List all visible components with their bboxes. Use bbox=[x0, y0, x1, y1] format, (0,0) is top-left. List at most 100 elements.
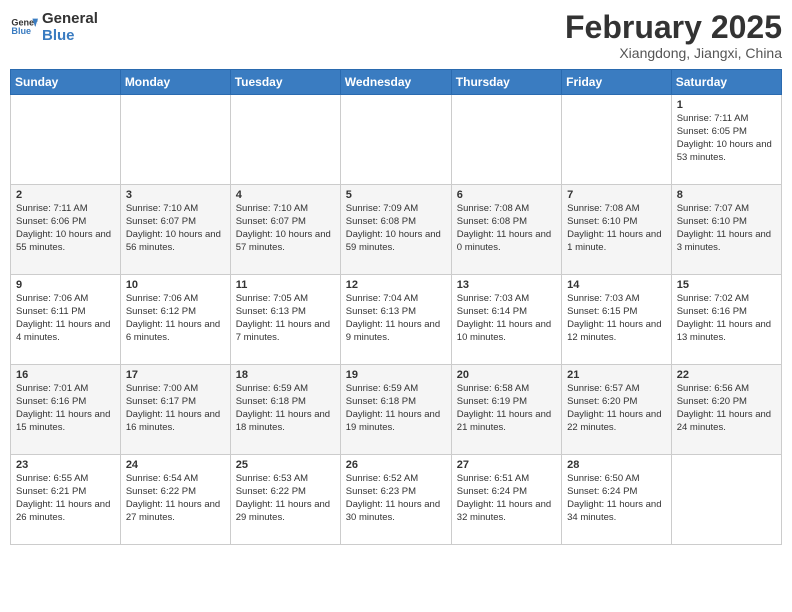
logo-icon: General Blue bbox=[10, 13, 38, 41]
day-info: Sunrise: 7:08 AM Sunset: 6:08 PM Dayligh… bbox=[457, 203, 556, 254]
calendar-cell: 27 Sunrise: 6:51 AM Sunset: 6:24 PM Dayli… bbox=[451, 455, 561, 545]
calendar-cell: 11 Sunrise: 7:05 AM Sunset: 6:13 PM Dayli… bbox=[230, 275, 340, 365]
calendar-cell: 18 Sunrise: 6:59 AM Sunset: 6:18 PM Dayli… bbox=[230, 365, 340, 455]
calendar-cell: 25 Sunrise: 6:53 AM Sunset: 6:22 PM Dayli… bbox=[230, 455, 340, 545]
day-info: Sunrise: 6:52 AM Sunset: 6:23 PM Dayligh… bbox=[346, 473, 446, 524]
calendar-cell: 17 Sunrise: 7:00 AM Sunset: 6:17 PM Dayli… bbox=[120, 365, 230, 455]
day-info: Sunrise: 6:50 AM Sunset: 6:24 PM Dayligh… bbox=[567, 473, 666, 524]
title-block: February 2025 Xiangdong, Jiangxi, China bbox=[565, 10, 782, 61]
weekday-header-sunday: Sunday bbox=[11, 70, 121, 95]
weekday-header-wednesday: Wednesday bbox=[340, 70, 451, 95]
location: Xiangdong, Jiangxi, China bbox=[565, 45, 782, 61]
weekday-header-friday: Friday bbox=[562, 70, 672, 95]
day-number: 16 bbox=[16, 369, 115, 381]
svg-text:Blue: Blue bbox=[11, 26, 31, 36]
day-number: 23 bbox=[16, 459, 115, 471]
calendar-cell: 28 Sunrise: 6:50 AM Sunset: 6:24 PM Dayli… bbox=[562, 455, 672, 545]
logo-line2: Blue bbox=[42, 27, 98, 44]
calendar-cell: 22 Sunrise: 6:56 AM Sunset: 6:20 PM Dayli… bbox=[671, 365, 781, 455]
day-number: 22 bbox=[677, 369, 776, 381]
day-number: 6 bbox=[457, 189, 556, 201]
calendar-cell: 13 Sunrise: 7:03 AM Sunset: 6:14 PM Dayli… bbox=[451, 275, 561, 365]
day-info: Sunrise: 7:06 AM Sunset: 6:11 PM Dayligh… bbox=[16, 293, 115, 344]
day-number: 15 bbox=[677, 279, 776, 291]
day-number: 7 bbox=[567, 189, 666, 201]
weekday-header-monday: Monday bbox=[120, 70, 230, 95]
day-number: 18 bbox=[236, 369, 335, 381]
day-info: Sunrise: 6:56 AM Sunset: 6:20 PM Dayligh… bbox=[677, 383, 776, 434]
day-number: 20 bbox=[457, 369, 556, 381]
calendar-cell bbox=[451, 95, 561, 185]
calendar-cell: 21 Sunrise: 6:57 AM Sunset: 6:20 PM Dayli… bbox=[562, 365, 672, 455]
weekday-header-thursday: Thursday bbox=[451, 70, 561, 95]
day-info: Sunrise: 7:11 AM Sunset: 6:05 PM Dayligh… bbox=[677, 113, 776, 164]
day-number: 14 bbox=[567, 279, 666, 291]
day-number: 28 bbox=[567, 459, 666, 471]
day-info: Sunrise: 7:04 AM Sunset: 6:13 PM Dayligh… bbox=[346, 293, 446, 344]
calendar-cell: 19Sunrise: 6:59 AM Sunset: 6:18 PM Dayli… bbox=[340, 365, 451, 455]
calendar-cell: 10Sunrise: 7:06 AM Sunset: 6:12 PM Dayli… bbox=[120, 275, 230, 365]
calendar-cell: 1 Sunrise: 7:11 AM Sunset: 6:05 PM Daylig… bbox=[671, 95, 781, 185]
day-info: Sunrise: 7:11 AM Sunset: 6:06 PM Dayligh… bbox=[16, 203, 115, 254]
day-info: Sunrise: 7:02 AM Sunset: 6:16 PM Dayligh… bbox=[677, 293, 776, 344]
day-number: 5 bbox=[346, 189, 446, 201]
calendar-cell: 26 Sunrise: 6:52 AM Sunset: 6:23 PM Dayli… bbox=[340, 455, 451, 545]
day-info: Sunrise: 7:03 AM Sunset: 6:15 PM Dayligh… bbox=[567, 293, 666, 344]
day-info: Sunrise: 7:10 AM Sunset: 6:07 PM Dayligh… bbox=[126, 203, 225, 254]
day-info: Sunrise: 6:51 AM Sunset: 6:24 PM Dayligh… bbox=[457, 473, 556, 524]
calendar-cell: 16 Sunrise: 7:01 AM Sunset: 6:16 PM Dayli… bbox=[11, 365, 121, 455]
month-title: February 2025 bbox=[565, 10, 782, 45]
day-number: 25 bbox=[236, 459, 335, 471]
calendar-cell: 12 Sunrise: 7:04 AM Sunset: 6:13 PM Dayli… bbox=[340, 275, 451, 365]
calendar-cell: 7 Sunrise: 7:08 AM Sunset: 6:10 PM Daylig… bbox=[562, 185, 672, 275]
calendar-cell bbox=[671, 455, 781, 545]
day-info: Sunrise: 7:10 AM Sunset: 6:07 PM Dayligh… bbox=[236, 203, 335, 254]
day-info: Sunrise: 7:01 AM Sunset: 6:16 PM Dayligh… bbox=[16, 383, 115, 434]
day-info: Sunrise: 7:05 AM Sunset: 6:13 PM Dayligh… bbox=[236, 293, 335, 344]
calendar-cell bbox=[340, 95, 451, 185]
weekday-header-tuesday: Tuesday bbox=[230, 70, 340, 95]
day-number: 12 bbox=[346, 279, 446, 291]
day-info: Sunrise: 6:54 AM Sunset: 6:22 PM Dayligh… bbox=[126, 473, 225, 524]
calendar-cell: 9 Sunrise: 7:06 AM Sunset: 6:11 PM Daylig… bbox=[11, 275, 121, 365]
day-number: 21 bbox=[567, 369, 666, 381]
day-number: 9 bbox=[16, 279, 115, 291]
calendar-cell: 6 Sunrise: 7:08 AM Sunset: 6:08 PM Daylig… bbox=[451, 185, 561, 275]
weekday-header-saturday: Saturday bbox=[671, 70, 781, 95]
day-info: Sunrise: 6:59 AM Sunset: 6:18 PM Dayligh… bbox=[346, 383, 446, 434]
calendar-cell: 24 Sunrise: 6:54 AM Sunset: 6:22 PM Dayli… bbox=[120, 455, 230, 545]
day-number: 26 bbox=[346, 459, 446, 471]
day-info: Sunrise: 6:55 AM Sunset: 6:21 PM Dayligh… bbox=[16, 473, 115, 524]
day-number: 4 bbox=[236, 189, 335, 201]
day-info: Sunrise: 7:03 AM Sunset: 6:14 PM Dayligh… bbox=[457, 293, 556, 344]
day-number: 27 bbox=[457, 459, 556, 471]
day-number: 13 bbox=[457, 279, 556, 291]
day-info: Sunrise: 6:53 AM Sunset: 6:22 PM Dayligh… bbox=[236, 473, 335, 524]
calendar-cell: 15 Sunrise: 7:02 AM Sunset: 6:16 PM Dayli… bbox=[671, 275, 781, 365]
calendar-cell: 4 Sunrise: 7:10 AM Sunset: 6:07 PM Daylig… bbox=[230, 185, 340, 275]
calendar-cell bbox=[11, 95, 121, 185]
day-info: Sunrise: 6:58 AM Sunset: 6:19 PM Dayligh… bbox=[457, 383, 556, 434]
day-number: 11 bbox=[236, 279, 335, 291]
day-info: Sunrise: 6:59 AM Sunset: 6:18 PM Dayligh… bbox=[236, 383, 335, 434]
calendar-cell: 8Sunrise: 7:07 AM Sunset: 6:10 PM Daylig… bbox=[671, 185, 781, 275]
logo-line1: General bbox=[42, 10, 98, 27]
day-info: Sunrise: 6:57 AM Sunset: 6:20 PM Dayligh… bbox=[567, 383, 666, 434]
day-number: 2 bbox=[16, 189, 115, 201]
calendar-cell: 2 Sunrise: 7:11 AM Sunset: 6:06 PM Daylig… bbox=[11, 185, 121, 275]
calendar-cell bbox=[562, 95, 672, 185]
day-info: Sunrise: 7:06 AM Sunset: 6:12 PM Dayligh… bbox=[126, 293, 225, 344]
day-info: Sunrise: 7:00 AM Sunset: 6:17 PM Dayligh… bbox=[126, 383, 225, 434]
calendar-cell bbox=[230, 95, 340, 185]
calendar-cell: 20 Sunrise: 6:58 AM Sunset: 6:19 PM Dayli… bbox=[451, 365, 561, 455]
logo: General Blue General Blue bbox=[10, 10, 98, 45]
day-number: 17 bbox=[126, 369, 225, 381]
calendar-cell: 3Sunrise: 7:10 AM Sunset: 6:07 PM Daylig… bbox=[120, 185, 230, 275]
calendar-cell: 23 Sunrise: 6:55 AM Sunset: 6:21 PM Dayli… bbox=[11, 455, 121, 545]
page-header: General Blue General Blue February 2025 … bbox=[10, 10, 782, 61]
calendar-cell: 5 Sunrise: 7:09 AM Sunset: 6:08 PM Daylig… bbox=[340, 185, 451, 275]
day-number: 1 bbox=[677, 99, 776, 111]
day-number: 24 bbox=[126, 459, 225, 471]
day-info: Sunrise: 7:08 AM Sunset: 6:10 PM Dayligh… bbox=[567, 203, 666, 254]
day-info: Sunrise: 7:09 AM Sunset: 6:08 PM Dayligh… bbox=[346, 203, 446, 254]
